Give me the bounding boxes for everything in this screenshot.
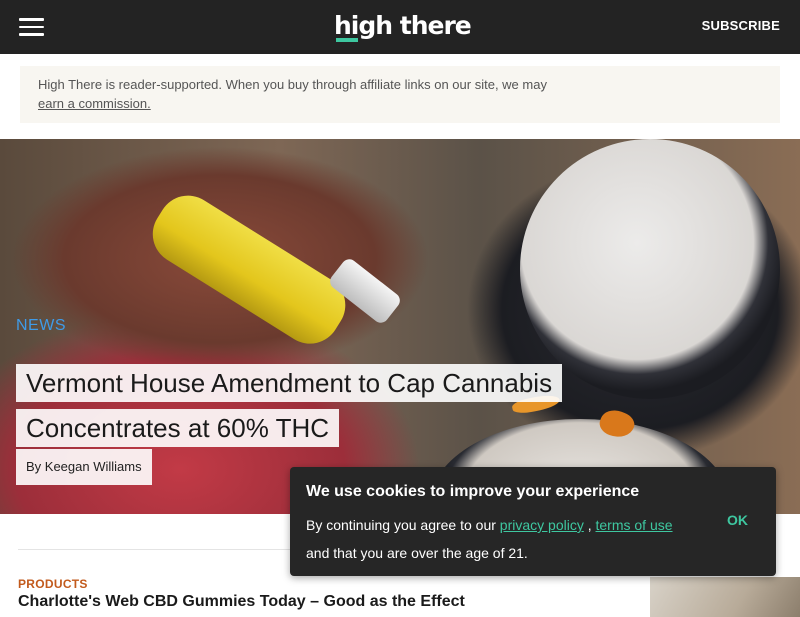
earn-commission-link[interactable]: earn a commission. [38,96,151,111]
cookie-ok-button[interactable]: OK [727,512,748,528]
hero-title-line1[interactable]: Vermont House Amendment to Cap Cannabis [16,364,563,402]
hamburger-line [19,33,44,36]
cookie-banner: We use cookies to improve your experienc… [290,467,776,576]
article-title[interactable]: Charlotte's Web CBD Gummies Today – Good… [18,593,618,611]
hero-article[interactable]: NEWS Vermont House Amendment to Cap Cann… [0,139,800,514]
site-header: high there SUBSCRIBE [0,0,800,54]
hamburger-line [19,25,44,28]
disclaimer-text: High There is reader-supported. When you… [38,77,547,92]
hero-title-line2[interactable]: Concentrates at 60% THC [16,409,339,447]
hero-byline[interactable]: By Keegan Williams [16,449,152,485]
privacy-policy-link[interactable]: privacy policy [500,517,584,533]
cookie-banner-title: We use cookies to improve your experienc… [306,483,640,500]
terms-of-use-link[interactable]: terms of use [596,517,673,533]
hero-title[interactable]: Vermont House Amendment to Cap Cannabis … [16,361,656,451]
cookie-banner-text: By continuing you agree to our privacy p… [306,511,706,567]
hamburger-line [19,18,44,21]
hero-image-vape-pen [141,184,357,355]
cookie-text-after: and that you are over the age of 21. [306,545,528,561]
logo-accent-bar [336,38,358,42]
article-category[interactable]: PRODUCTS [18,577,88,591]
hero-category-link[interactable]: NEWS [16,317,66,335]
cookie-text-before: By continuing you agree to our [306,517,500,533]
hero-image-lid [520,139,780,399]
cookie-separator: , [583,517,596,533]
affiliate-disclaimer: High There is reader-supported. When you… [20,66,780,123]
article-thumbnail[interactable] [650,577,800,617]
hamburger-icon[interactable] [19,17,44,37]
subscribe-button[interactable]: SUBSCRIBE [702,18,780,33]
